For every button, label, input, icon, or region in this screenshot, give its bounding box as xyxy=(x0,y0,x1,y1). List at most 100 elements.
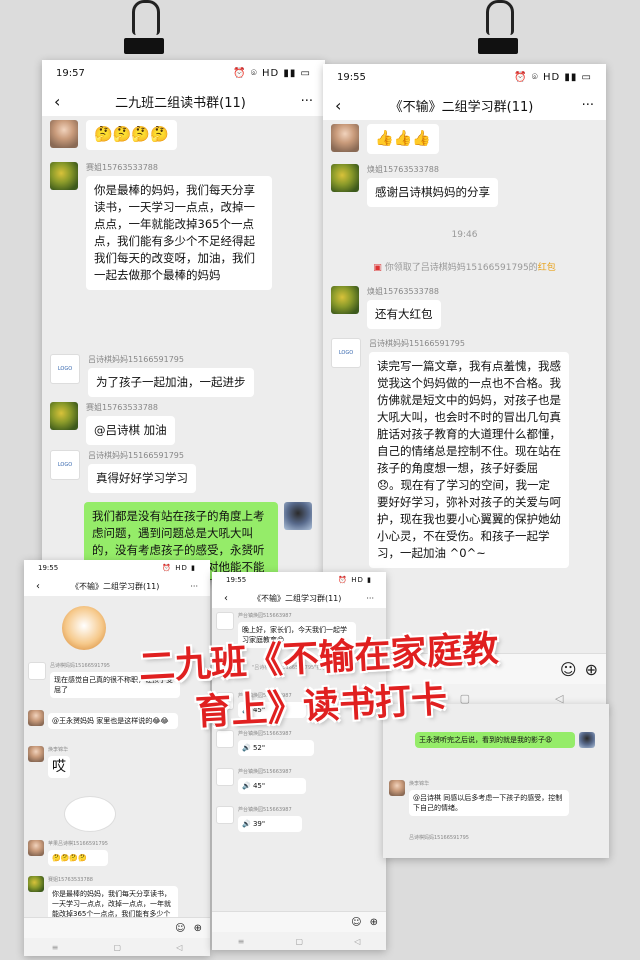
sender-name: 吕诗棋妈妈15166591795 xyxy=(88,355,184,364)
list-item: LOGO 吕诗棋妈妈15166591795 读完写一篇文章，我有点羞愧，我感觉我… xyxy=(331,338,569,568)
message-bubble: @吕诗棋 同感以后多考虑一下孩子的感受，控制下自己的情绪。 xyxy=(409,790,569,816)
list-item: 焕李锦华 @吕诗棋 同感以后多考虑一下孩子的感受，控制下自己的情绪。 xyxy=(389,780,569,816)
menu-icon[interactable]: ≡ xyxy=(52,943,59,952)
avatar: LOGO xyxy=(50,450,80,480)
menu-icon[interactable]: ≡ xyxy=(238,937,245,946)
sender-name: 赛姐15763533788 xyxy=(86,403,158,412)
sticker-image xyxy=(62,606,106,650)
sender-name: 吕诗棋妈妈15166591795 xyxy=(88,451,184,460)
list-item: LOGO 吕诗棋妈妈15166591795 真得好好学习学习 xyxy=(50,450,288,493)
message-bubble: 真得好好学习学习 xyxy=(88,464,196,493)
list-item: 芦台镇焕园515663987 🔊 45" xyxy=(216,768,306,794)
more-icon[interactable]: ··· xyxy=(301,94,313,109)
chat-title: 二九班二组读书群(11) xyxy=(115,95,246,111)
avatar xyxy=(28,840,44,856)
sender-name: 赛姐15763533788 xyxy=(86,163,158,172)
avatar xyxy=(284,502,312,530)
message-bubble: 🤔🤔🤔🤔 xyxy=(86,120,177,150)
avatar xyxy=(331,124,359,152)
avatar xyxy=(216,806,234,824)
list-item: 赛姐15763533788 你是最棒的妈妈，我们每天分享读书，一天学习一点点，改… xyxy=(50,162,272,290)
system-nav-bar: ≡ ▢ ◁ xyxy=(212,932,386,950)
voice-message[interactable]: 🔊 45" xyxy=(238,778,306,794)
status-time: 19:55 xyxy=(226,576,247,584)
add-icon[interactable]: ⊕ xyxy=(370,917,378,928)
status-time: 19:57 xyxy=(56,67,85,79)
avatar: LOGO xyxy=(50,354,80,384)
more-icon[interactable]: ··· xyxy=(190,582,198,591)
message-bubble: 为了孩子一起加油，一起进步 xyxy=(88,368,254,397)
sender-name: 吕诗棋妈妈15166591795 xyxy=(409,835,469,841)
more-icon[interactable]: ··· xyxy=(366,594,374,603)
back-icon[interactable]: ‹ xyxy=(224,593,228,604)
message-bubble: 👍👍👍 xyxy=(367,124,440,154)
status-icons: ⏰ ⌾ HD ▮▮ ▭ xyxy=(233,67,311,79)
bottom-middle-chat-screenshot: 19:55 ⏰ HD ▮ ‹ 《不输》二组学习群(11) ··· 芦台镇焕园515… xyxy=(212,572,386,950)
list-item: 焕姐15763533788 感谢吕诗棋妈妈的分享 xyxy=(331,164,567,207)
back-icon[interactable]: ‹ xyxy=(54,92,60,111)
status-bar: 19:55 ⏰ HD ▮ xyxy=(38,564,196,572)
avatar xyxy=(216,612,234,630)
message-bubble: 🤔🤔🤔🤔 xyxy=(48,850,108,866)
list-item: 焕姐15763533788 还有大红包 xyxy=(331,286,567,329)
list-item: 王永赟听完之后说，看到的就是我的影子😩 xyxy=(415,732,595,748)
back-nav-icon[interactable]: ◁ xyxy=(176,943,182,952)
message-bubble: @吕诗棋 加油 xyxy=(86,416,175,445)
sticker-image xyxy=(64,796,116,832)
input-bar: ☺ ⊕ xyxy=(212,911,386,932)
home-icon[interactable]: ▢ xyxy=(295,937,303,946)
avatar xyxy=(216,768,234,786)
list-item: 👍👍👍 xyxy=(331,124,440,154)
sender-name: 焕姐15763533788 xyxy=(367,287,439,296)
avatar xyxy=(389,780,405,796)
chat-title: 《不输》二组学习群(11) xyxy=(252,593,342,603)
avatar xyxy=(331,286,359,314)
status-time: 19:55 xyxy=(38,564,59,572)
sender-name: 吕诗棋妈妈15166591795 xyxy=(369,339,465,348)
avatar xyxy=(50,120,78,148)
status-icons: ⏰ ⌾ HD ▮▮ ▭ xyxy=(514,71,592,83)
status-time: 19:55 xyxy=(337,71,366,83)
list-item: 苹果吕诗棋15166591795 🤔🤔🤔🤔 xyxy=(28,840,108,866)
list-item: 赛姐15763533788 @吕诗棋 加油 xyxy=(50,402,286,445)
emoji-icon[interactable]: ☺ xyxy=(351,917,361,928)
avatar xyxy=(28,876,44,892)
chat-header: ‹ 二九班二组读书群(11) ··· xyxy=(42,86,325,116)
back-icon[interactable]: ‹ xyxy=(36,581,40,592)
chat-header: ‹ 《不输》二组学习群(11) ··· xyxy=(24,576,210,596)
status-bar: 19:55 ⏰ HD ▮ xyxy=(226,576,372,584)
chat-area: 🤔🤔🤔🤔 赛姐15763533788 你是最棒的妈妈，我们每天分享读书，一天学习… xyxy=(42,116,325,580)
system-nav-bar: ≡ ▢ ◁ xyxy=(24,938,210,956)
message-bubble: 还有大红包 xyxy=(367,300,441,329)
back-icon[interactable]: ‹ xyxy=(335,96,341,115)
input-bar: ☺ ⊕ xyxy=(24,917,210,938)
message-bubble: 哎 xyxy=(48,756,70,778)
status-bar: 19:55 ⏰ ⌾ HD ▮▮ ▭ xyxy=(323,64,606,90)
list-item: 焕李锦华哎 xyxy=(28,746,70,778)
list-item: 🤔🤔🤔🤔 xyxy=(50,120,177,150)
emoji-icon[interactable]: ☺ xyxy=(175,923,185,934)
voice-message[interactable]: 🔊 52" xyxy=(238,740,314,756)
list-item: LOGO 吕诗棋妈妈15166591795 为了孩子一起加油，一起进步 xyxy=(50,354,288,397)
home-icon[interactable]: ▢ xyxy=(113,943,121,952)
bottom-right-chat-screenshot: 王永赟听完之后说，看到的就是我的影子😩 焕李锦华 @吕诗棋 同感以后多考虑一下孩子… xyxy=(383,704,609,858)
message-bubble: 读完写一篇文章，我有点羞愧，我感觉我这个妈妈做的一点也不合格。我仿佛就是短文中的… xyxy=(369,352,569,568)
message-bubble: 你是最棒的妈妈，我们每天分享读书，一天学习一点点，改掉一点点，一年就能改掉365… xyxy=(86,176,272,290)
avatar xyxy=(579,732,595,748)
chat-area: 王永赟听完之后说，看到的就是我的影子😩 焕李锦华 @吕诗棋 同感以后多考虑一下孩子… xyxy=(383,704,609,858)
avatar xyxy=(50,162,78,190)
chat-header: ‹ 《不输》二组学习群(11) ··· xyxy=(212,588,386,608)
red-packet-notice: ▣ 你领取了吕诗棋妈妈15166591795的红包 xyxy=(373,263,556,273)
more-icon[interactable]: ··· xyxy=(582,98,594,113)
binder-clip-right xyxy=(478,0,518,70)
avatar xyxy=(50,402,78,430)
back-nav-icon[interactable]: ◁ xyxy=(354,937,360,946)
message-bubble: 王永赟听完之后说，看到的就是我的影子😩 xyxy=(415,732,575,748)
chat-title: 《不输》二组学习群(11) xyxy=(389,99,534,115)
avatar: LOGO xyxy=(331,338,361,368)
message-bubble: 感谢吕诗棋妈妈的分享 xyxy=(367,178,498,207)
add-icon[interactable]: ⊕ xyxy=(194,923,202,934)
left-chat-screenshot: 19:57 ⏰ ⌾ HD ▮▮ ▭ ‹ 二九班二组读书群(11) ··· 🤔🤔🤔… xyxy=(42,60,325,580)
avatar xyxy=(28,746,44,762)
voice-message[interactable]: 🔊 39" xyxy=(238,816,302,832)
